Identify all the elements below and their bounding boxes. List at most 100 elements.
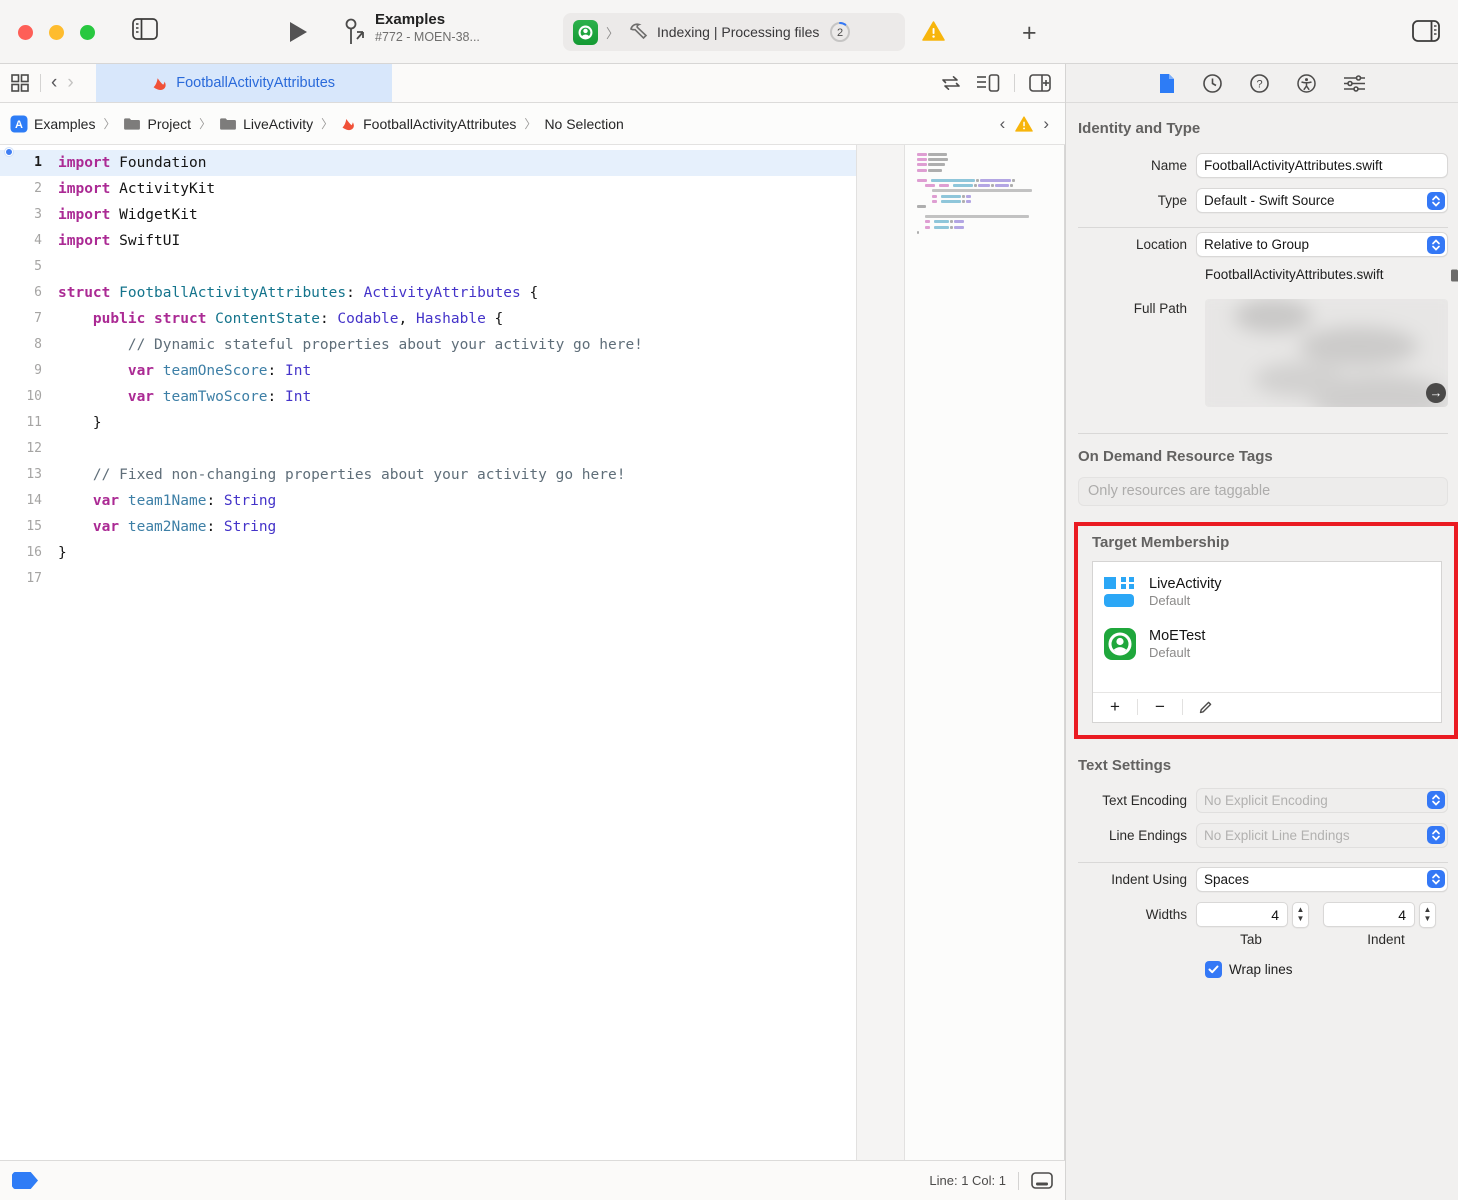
line-endings-dropdown[interactable]: No Explicit Line Endings xyxy=(1196,823,1448,848)
minus-button[interactable]: − xyxy=(1138,693,1182,722)
target-row-liveactivity[interactable]: LiveActivityDefault xyxy=(1093,566,1441,618)
goto-arrow-icon[interactable]: → xyxy=(1426,383,1446,403)
line-number[interactable]: 17 xyxy=(0,566,58,592)
code-text[interactable]: var teamOneScore: Int xyxy=(58,358,311,384)
swap-editors-icon[interactable] xyxy=(940,75,962,91)
line-number[interactable]: 14 xyxy=(0,488,58,514)
accessibility-inspector-icon[interactable] xyxy=(1296,73,1317,94)
code-text[interactable]: } xyxy=(58,410,102,436)
code-text[interactable]: var team1Name: String xyxy=(58,488,276,514)
back-chevron-icon[interactable]: ‹ xyxy=(1000,114,1006,134)
breakpoint-toggle-icon[interactable] xyxy=(12,1172,38,1189)
scheme-name[interactable]: Examples xyxy=(375,11,480,30)
scheme-info[interactable]: Examples #772 - MOEN-38... xyxy=(375,11,480,45)
zoom-window-button[interactable] xyxy=(80,25,95,40)
line-number[interactable]: 11 xyxy=(0,410,58,436)
disclosure-stepper-icon[interactable] xyxy=(1427,236,1445,254)
forward-chevron-icon[interactable]: › xyxy=(67,72,73,94)
disclosure-stepper-icon[interactable] xyxy=(1427,791,1445,809)
forward-chevron-icon[interactable]: › xyxy=(1043,114,1049,134)
disclosure-stepper-icon[interactable] xyxy=(1427,192,1445,210)
sidebar-toggle-icon[interactable] xyxy=(132,18,158,40)
code-line-6[interactable]: 6struct FootballActivityAttributes: Acti… xyxy=(0,280,856,306)
tab-footballactivityattributes[interactable]: FootballActivityAttributes xyxy=(96,64,392,102)
warning-icon[interactable] xyxy=(922,21,945,41)
line-number[interactable]: 7 xyxy=(0,306,58,332)
file-inspector-icon[interactable] xyxy=(1158,73,1176,94)
breadcrumb-item-no-selection[interactable]: No Selection xyxy=(544,116,623,132)
disclosure-stepper-icon[interactable] xyxy=(1427,870,1445,888)
line-number[interactable]: 3 xyxy=(0,202,58,228)
location-dropdown[interactable]: Relative to Group xyxy=(1196,232,1448,257)
code-line-7[interactable]: 7 public struct ContentState: Codable, H… xyxy=(0,306,856,332)
tab-width-field[interactable]: 4 xyxy=(1196,902,1288,927)
line-number[interactable]: 15 xyxy=(0,514,58,540)
text-encoding-dropdown[interactable]: No Explicit Encoding xyxy=(1196,788,1448,813)
activity-status[interactable]: 〉 Indexing | Processing files 2 xyxy=(563,13,905,51)
code-text[interactable]: import SwiftUI xyxy=(58,228,180,254)
code-line-13[interactable]: 13 // Fixed non-changing properties abou… xyxy=(0,462,856,488)
code-text[interactable]: var team2Name: String xyxy=(58,514,276,540)
line-number[interactable]: 5 xyxy=(0,254,58,280)
warning-icon[interactable] xyxy=(1015,116,1033,132)
back-chevron-icon[interactable]: ‹ xyxy=(51,72,57,94)
indent-width-field[interactable]: 4 xyxy=(1323,902,1415,927)
code-text[interactable]: import ActivityKit xyxy=(58,176,215,202)
indent-width-stepper[interactable]: ▲▼ xyxy=(1419,902,1436,928)
code-line-5[interactable]: 5 xyxy=(0,254,856,280)
add-button[interactable]: + xyxy=(1022,19,1037,48)
folder-icon[interactable] xyxy=(1450,268,1458,283)
breadcrumb-item-examples[interactable]: AExamples xyxy=(10,115,95,133)
line-number[interactable]: 16 xyxy=(0,540,58,566)
code-line-14[interactable]: 14 var team1Name: String xyxy=(0,488,856,514)
breadcrumb-item-project[interactable]: Project xyxy=(123,116,191,132)
line-number[interactable]: 6 xyxy=(0,280,58,306)
scheme-pin-icon[interactable] xyxy=(340,17,368,47)
code-line-10[interactable]: 10 var teamTwoScore: Int xyxy=(0,384,856,410)
code-line-3[interactable]: 3import WidgetKit xyxy=(0,202,856,228)
code-text[interactable]: // Dynamic stateful properties about you… xyxy=(58,332,643,358)
history-inspector-icon[interactable] xyxy=(1202,73,1223,94)
code-text[interactable]: // Fixed non-changing properties about y… xyxy=(58,462,625,488)
code-text[interactable]: public struct ContentState: Codable, Has… xyxy=(58,306,503,332)
code-line-1[interactable]: 1import Foundation xyxy=(0,150,856,176)
editor-layout-icon[interactable] xyxy=(1031,1172,1053,1189)
plus-button[interactable]: + xyxy=(1093,693,1137,722)
code-text[interactable]: import WidgetKit xyxy=(58,202,198,228)
code-line-12[interactable]: 12 xyxy=(0,436,856,462)
code-text[interactable]: struct FootballActivityAttributes: Activ… xyxy=(58,280,538,306)
code-line-4[interactable]: 4import SwiftUI xyxy=(0,228,856,254)
code-text[interactable]: var teamTwoScore: Int xyxy=(58,384,311,410)
edit-pencil-button[interactable] xyxy=(1183,693,1227,722)
code-line-15[interactable]: 15 var team2Name: String xyxy=(0,514,856,540)
indent-using-dropdown[interactable]: Spaces xyxy=(1196,867,1448,892)
run-play-icon[interactable] xyxy=(288,20,309,44)
name-field[interactable]: FootballActivityAttributes.swift xyxy=(1196,153,1448,178)
file-location-link[interactable]: FootballActivityAttributes.swift xyxy=(1205,265,1443,285)
code-text[interactable]: } xyxy=(58,540,67,566)
minimap[interactable] xyxy=(904,145,1065,1160)
code-line-8[interactable]: 8 // Dynamic stateful properties about y… xyxy=(0,332,856,358)
code-line-16[interactable]: 16} xyxy=(0,540,856,566)
progress-count-badge[interactable]: 2 xyxy=(829,21,851,43)
attributes-inspector-icon[interactable] xyxy=(1343,74,1366,93)
minimap-toggle-icon[interactable] xyxy=(976,74,1000,92)
help-inspector-icon[interactable]: ? xyxy=(1249,73,1270,94)
type-dropdown[interactable]: Default - Swift Source xyxy=(1196,188,1448,213)
breadcrumb-item-liveactivity[interactable]: LiveActivity xyxy=(219,116,313,132)
code-line-9[interactable]: 9 var teamOneScore: Int xyxy=(0,358,856,384)
code-line-17[interactable]: 17 xyxy=(0,566,856,592)
tab-width-stepper[interactable]: ▲▼ xyxy=(1292,902,1309,928)
code-editor[interactable]: 1import Foundation2import ActivityKit3im… xyxy=(0,145,856,1160)
wrap-lines-checkbox[interactable] xyxy=(1205,961,1222,978)
line-number[interactable]: 10 xyxy=(0,384,58,410)
add-editor-icon[interactable] xyxy=(1029,74,1051,92)
line-number[interactable]: 8 xyxy=(0,332,58,358)
target-row-moetest[interactable]: MoETestDefault xyxy=(1093,618,1441,670)
code-line-11[interactable]: 11 } xyxy=(0,410,856,436)
disclosure-stepper-icon[interactable] xyxy=(1427,826,1445,844)
line-number[interactable]: 12 xyxy=(0,436,58,462)
line-number[interactable]: 4 xyxy=(0,228,58,254)
code-text[interactable]: import Foundation xyxy=(58,150,206,176)
breadcrumb-item-footballactivityattributes[interactable]: FootballActivityAttributes xyxy=(341,116,516,132)
